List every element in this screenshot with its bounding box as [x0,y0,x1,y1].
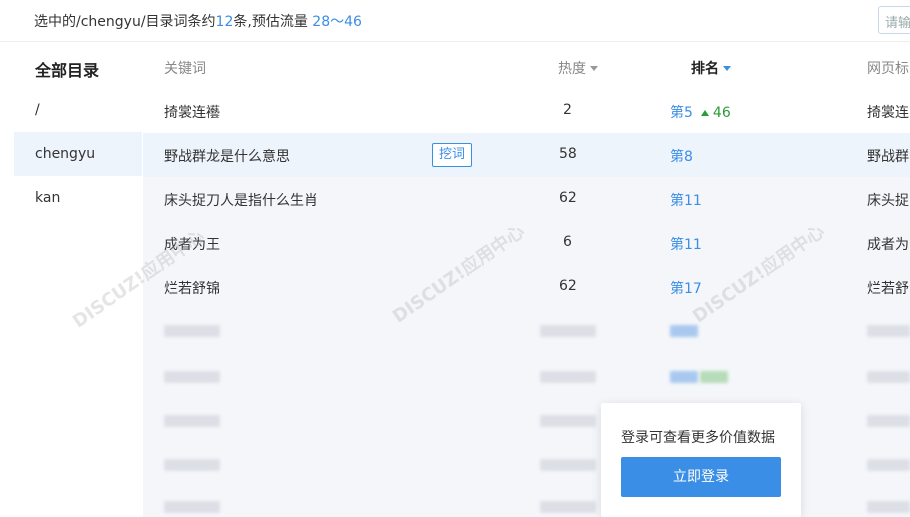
row-webpage: 床头捉 [867,193,909,209]
row-rank: 第11 [670,237,702,253]
rank-change: 46 [700,105,731,121]
arrow-up-icon [700,110,709,116]
sidebar-item-kan[interactable]: kan [14,176,142,220]
blurred-keyword [164,459,220,471]
row-heat: 2 [563,102,572,118]
row-webpage: 烂若舒 [867,281,909,297]
row-heat: 6 [563,234,572,250]
selection-summary: 选中的/chengyu/目录词条约12条,预估流量 28～46 [34,11,362,31]
blurred-heat [540,501,596,513]
row-rank: 第17 [670,281,702,297]
locked-row [143,353,910,397]
sort-caret-icon [590,66,598,71]
row-rank: 第8 [670,149,693,165]
blurred-heat [540,371,596,383]
summary-prefix: 选中的/chengyu/目录词条约 [34,14,216,30]
header-rank-label: 排名 [691,61,719,77]
summary-range: 28～46 [312,14,362,30]
row-keyword: 野战群龙是什么意思 [164,149,290,165]
blurred-heat [540,415,596,427]
header-heat[interactable]: 热度 [558,58,598,78]
row-rank: 第11 [670,193,702,209]
login-button[interactable]: 立即登录 [621,457,781,497]
header-heat-label: 热度 [558,61,586,77]
row-webpage: 掎裳连 [867,105,909,121]
login-prompt-popup: 登录可查看更多价值数据 立即登录 [601,403,801,517]
header-keyword: 关键词 [164,61,206,77]
login-prompt-message: 登录可查看更多价值数据 [621,430,775,446]
row-keyword: 床头捉刀人是指什么生肖 [164,193,318,209]
blurred-keyword [164,325,220,337]
row-heat: 62 [559,190,577,206]
sidebar-item-root[interactable]: / [14,88,142,132]
summary-middle: 条,预估流量 [233,14,308,30]
row-rank: 第5 46 [670,102,731,122]
sidebar-item-chengyu[interactable]: chengyu [14,132,142,176]
blurred-webpage [867,501,910,513]
row-keyword: 成者为王 [164,237,220,253]
sort-caret-icon [723,66,731,71]
directory-sidebar: 全部目录 / chengyu kan [14,43,142,517]
rank-change-value: 46 [712,105,731,121]
header-rank[interactable]: 排名 [691,58,731,78]
dig-keyword-button[interactable]: 挖词 [432,143,473,167]
blurred-keyword [164,371,220,383]
row-rank-value: 第5 [670,105,693,121]
blurred-webpage [867,325,910,337]
row-keyword: 烂若舒锦 [164,281,220,297]
locked-row [143,309,910,353]
blurred-heat [540,459,596,471]
blurred-webpage [867,459,910,471]
table-row[interactable]: 掎裳连襼 2 第5 46 掎裳连 [143,89,910,133]
row-webpage: 野战群 [867,149,909,165]
row-keyword: 掎裳连襼 [164,105,220,121]
blurred-rank [670,325,698,337]
row-heat: 58 [559,146,577,162]
blurred-keyword [164,501,220,513]
blurred-webpage [867,415,910,427]
blurred-webpage [867,371,910,383]
table-row[interactable]: 烂若舒锦 62 第17 烂若舒 [143,265,910,309]
summary-count: 12 [215,14,234,30]
sidebar-title: 全部目录 [35,61,100,80]
row-heat: 62 [559,278,577,294]
blurred-change [700,371,728,383]
table-row[interactable]: 野战群龙是什么意思 挖词 58 第8 野战群 [143,133,910,177]
search-input[interactable]: 请输 [878,6,910,34]
table-row[interactable]: 成者为王 6 第11 成者为 [143,221,910,265]
table-row[interactable]: 床头捉刀人是指什么生肖 62 第11 床头捉 [143,177,910,221]
top-bar: 选中的/chengyu/目录词条约12条,预估流量 28～46 请输 [0,0,910,42]
blurred-heat [540,325,596,337]
blurred-rank [670,371,698,383]
table-header: 关键词 热度 排名 网页标 [143,43,910,89]
row-webpage: 成者为 [867,237,909,253]
header-webpage: 网页标 [867,61,909,77]
blurred-keyword [164,415,220,427]
